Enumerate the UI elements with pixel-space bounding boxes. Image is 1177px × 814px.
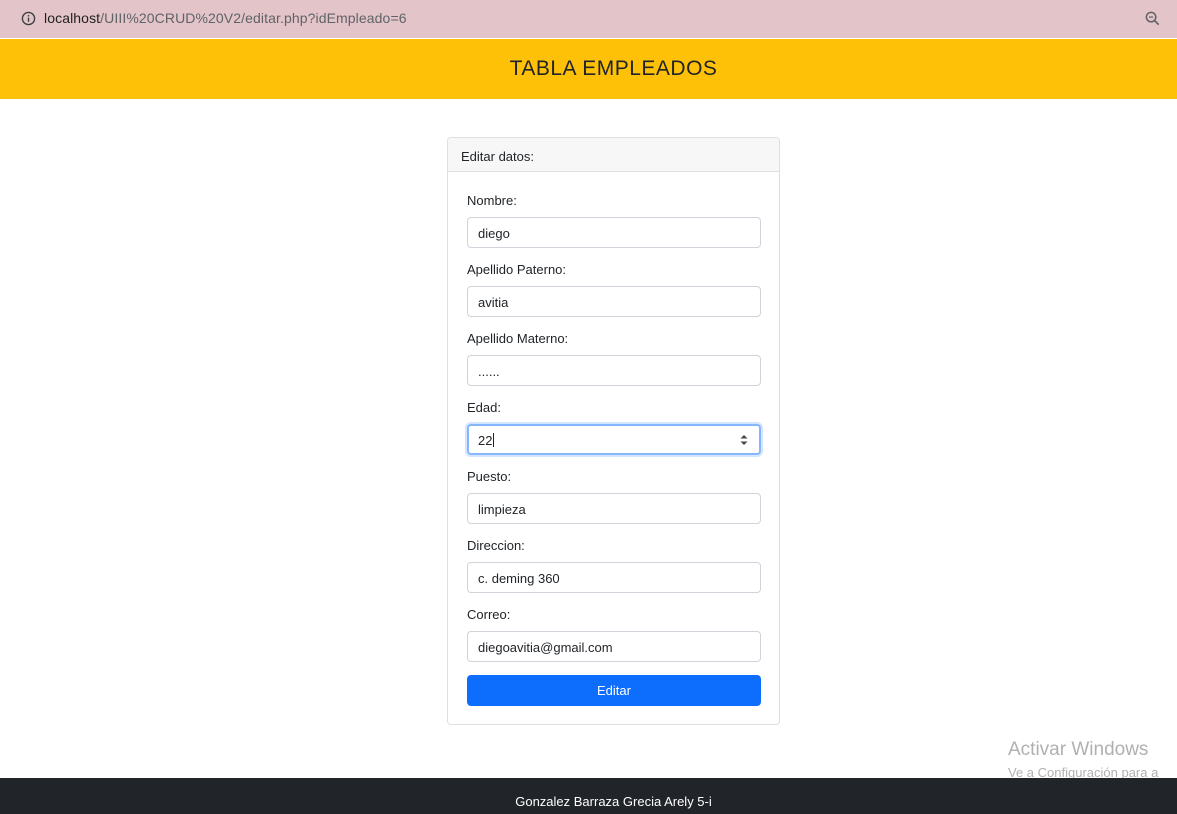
edad-label: Edad: (467, 400, 501, 415)
field-correo: Correo: diegoavitia@gmail.com (467, 607, 761, 676)
puesto-input[interactable]: limpieza (467, 493, 761, 524)
correo-input[interactable]: diegoavitia@gmail.com (467, 631, 761, 662)
windows-activation-watermark: Activar Windows Ve a Configuración para … (1008, 739, 1158, 780)
nombre-label: Nombre: (467, 193, 517, 208)
field-puesto: Puesto: limpieza (467, 469, 761, 538)
zoom-icon[interactable] (1144, 10, 1161, 27)
text-caret (493, 433, 495, 447)
footer-text: Gonzalez Barraza Grecia Arely 5-i (515, 794, 712, 809)
correo-label: Correo: (467, 607, 511, 622)
page-header: TABLA EMPLEADOS (0, 39, 1177, 99)
field-edad: Edad: 22 (467, 400, 761, 469)
page-footer: Gonzalez Barraza Grecia Arely 5-i (0, 778, 1177, 814)
field-apellido-materno: Apellido Materno: ...... (467, 331, 761, 400)
direccion-input[interactable]: c. deming 360 (467, 562, 761, 593)
url-text[interactable]: localhost/UIII%20CRUD%20V2/editar.php?id… (44, 10, 407, 26)
edit-card: Editar datos: Nombre: diego Apellido Pat… (447, 137, 780, 725)
page-title: TABLA EMPLEADOS (509, 57, 718, 80)
editar-button[interactable]: Editar (467, 675, 761, 706)
info-icon[interactable] (21, 11, 36, 26)
edad-value: 22 (478, 433, 493, 448)
apellido-paterno-input[interactable]: avitia (467, 286, 761, 317)
apellido-materno-input[interactable]: ...... (467, 355, 761, 386)
url-host: localhost (44, 10, 101, 26)
apellido-materno-label: Apellido Materno: (467, 331, 569, 346)
nombre-input[interactable]: diego (467, 217, 761, 248)
field-nombre: Nombre: diego (467, 193, 761, 262)
direccion-label: Direccion: (467, 538, 525, 553)
field-direccion: Direccion: c. deming 360 (467, 538, 761, 607)
puesto-label: Puesto: (467, 469, 512, 484)
browser-address-bar: localhost/UIII%20CRUD%20V2/editar.php?id… (0, 0, 1177, 38)
watermark-title: Activar Windows (1008, 739, 1149, 760)
field-apellido-paterno: Apellido Paterno: avitia (467, 262, 761, 331)
number-spinner-icon[interactable] (739, 432, 749, 448)
edit-form: Nombre: diego Apellido Paterno: avitia A… (467, 193, 761, 676)
card-title: Editar datos: (448, 138, 779, 172)
apellido-paterno-label: Apellido Paterno: (467, 262, 567, 277)
url-path: /UIII%20CRUD%20V2/editar.php?idEmpleado=… (100, 10, 407, 26)
edad-input[interactable]: 22 (467, 424, 761, 455)
